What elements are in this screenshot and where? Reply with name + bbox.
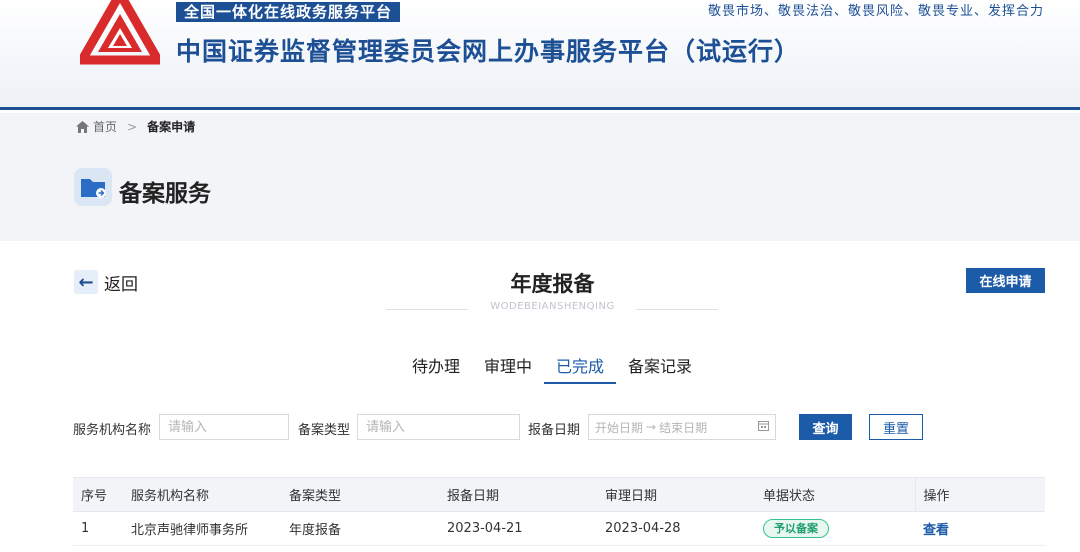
org-name-label: 服务机构名称 [73, 423, 152, 438]
breadcrumb-separator: > [127, 119, 138, 134]
column-header-report-date: 报备日期 [439, 477, 597, 512]
online-apply-button[interactable]: 在线申请 [966, 268, 1045, 293]
tab-in-review[interactable]: 审理中 [472, 352, 544, 384]
breadcrumb-home-link[interactable]: 首页 [93, 118, 117, 135]
cell-report-date: 2023-04-21 [439, 511, 597, 546]
cell-review-date: 2023-04-28 [597, 511, 755, 546]
calendar-icon [758, 420, 769, 434]
column-header-status: 单据状态 [755, 477, 915, 512]
cell-index: 1 [73, 511, 123, 546]
date-start-placeholder: 开始日期 [595, 420, 644, 435]
cell-status: 予以备案 [755, 511, 915, 546]
home-icon [76, 120, 89, 133]
platform-tag: 全国一体化在线政务服务平台 [176, 2, 401, 22]
filing-type-label: 备案类型 [298, 423, 351, 438]
view-link[interactable]: 查看 [923, 523, 949, 538]
date-end-placeholder: 结束日期 [659, 420, 708, 435]
report-date-label: 报备日期 [528, 423, 581, 438]
column-header-type: 备案类型 [281, 477, 439, 512]
table-header-row: 序号 服务机构名称 备案类型 报备日期 审理日期 单据状态 操作 [73, 477, 1045, 512]
column-header-action: 操作 [914, 477, 1045, 512]
query-button[interactable]: 查询 [799, 414, 852, 440]
column-header-index: 序号 [73, 477, 123, 512]
folder-share-icon [81, 179, 106, 198]
heading-divider-right [636, 309, 718, 310]
breadcrumb-current: 备案申请 [147, 120, 196, 134]
slogan: 敬畏市场、敬畏法治、敬畏风险、敬畏专业、发挥合力 [707, 4, 1044, 19]
column-header-org: 服务机构名称 [123, 477, 281, 512]
site-header: 全国一体化在线政务服务平台 中国证券监督管理委员会网上办事服务平台（试运行） 敬… [0, 0, 1080, 110]
service-icon-container [74, 168, 112, 206]
page-heading: 年度报备 [510, 272, 595, 296]
status-badge: 予以备案 [763, 519, 829, 538]
table-row: 1 北京声驰律师事务所 年度报备 2023-04-21 2023-04-28 予… [73, 511, 1045, 546]
cell-action: 查看 [915, 511, 1045, 546]
breadcrumb: 首页 > 备案申请 [76, 118, 195, 135]
filing-type-input[interactable] [357, 414, 520, 440]
cell-type: 年度报备 [281, 511, 439, 546]
csrc-logo-icon [80, 0, 160, 65]
tab-records[interactable]: 备案记录 [616, 352, 704, 384]
date-range-arrow: → [646, 420, 657, 434]
page-heading-subtitle: WODEBEIANSHENQING [490, 301, 615, 312]
site-title: 中国证券监督管理委员会网上办事服务平台（试运行） [176, 37, 801, 66]
cell-org: 北京声驰律师事务所 [123, 511, 281, 546]
results-table: 序号 服务机构名称 备案类型 报备日期 审理日期 单据状态 操作 1 北京声驰律… [73, 477, 1045, 546]
reset-button[interactable]: 重置 [869, 414, 923, 440]
service-title: 备案服务 [119, 181, 211, 207]
column-header-review-date: 审理日期 [597, 477, 755, 512]
report-date-range-picker[interactable]: 开始日期 → 结束日期 [588, 414, 776, 440]
org-name-input[interactable] [159, 414, 289, 440]
tab-pending[interactable]: 待办理 [400, 352, 472, 384]
status-tabs: 待办理 审理中 已完成 备案记录 [400, 352, 704, 384]
tab-completed[interactable]: 已完成 [544, 352, 617, 384]
